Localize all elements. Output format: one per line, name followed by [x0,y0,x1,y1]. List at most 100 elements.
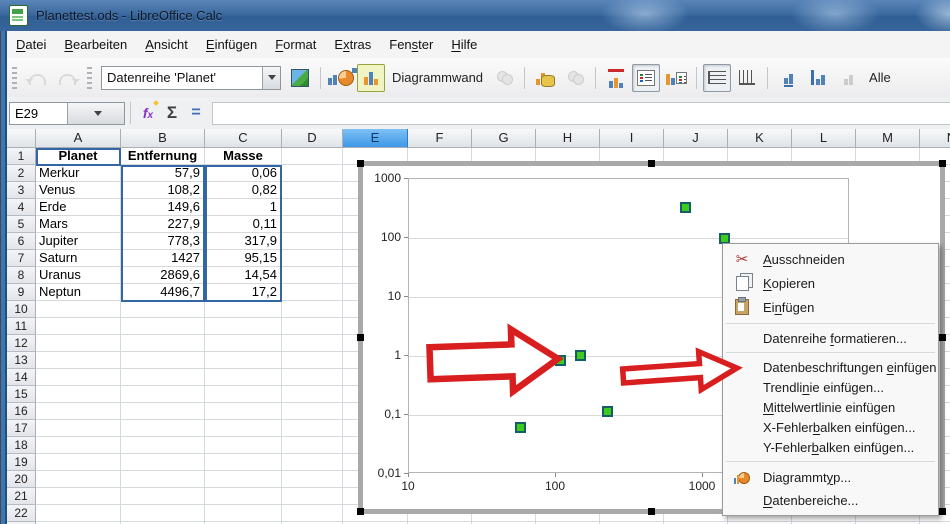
row-header-3[interactable]: 3 [7,182,36,199]
cell[interactable]: 17,2 [205,284,282,301]
cell[interactable]: 14,54 [205,267,282,284]
menu-item-datenbeschriftungen-einfuegen[interactable]: Datenbeschriftungen einfügen [723,357,938,377]
cell[interactable]: 1 [205,199,282,216]
data-point-erde[interactable] [575,350,586,361]
row-header-19[interactable]: 19 [7,454,36,471]
cell[interactable] [282,488,343,505]
column-header-m[interactable]: M [856,129,920,148]
cell[interactable] [205,403,282,420]
cell[interactable] [282,437,343,454]
cell[interactable] [121,471,205,488]
cell[interactable] [205,505,282,522]
cell[interactable] [36,420,121,437]
row-header-21[interactable]: 21 [7,488,36,505]
cell[interactable] [282,250,343,267]
menu-extras[interactable]: Extras [325,33,380,56]
column-header-h[interactable]: H [536,129,600,148]
row-header-9[interactable]: 9 [7,284,36,301]
cell[interactable] [205,454,282,471]
cell[interactable]: 227,9 [121,216,205,233]
selection-handle[interactable] [357,160,364,167]
menu-item-y-fehlerbalken-einfuegen[interactable]: Y-Fehlerbalken einfügen... [723,437,938,457]
cell[interactable] [282,386,343,403]
menu-item-kopieren[interactable]: Kopieren [723,271,938,295]
menu-item-datenbereiche[interactable]: Datenbereiche... [723,489,938,512]
cell[interactable] [205,471,282,488]
column-header-k[interactable]: K [728,129,792,148]
selection-handle[interactable] [357,334,364,341]
menu-bearbeiten[interactable]: Bearbeiten [55,33,136,56]
vertical-grid-button[interactable] [733,64,761,92]
cell[interactable]: 149,6 [121,199,205,216]
cell[interactable] [121,352,205,369]
cell[interactable]: 95,15 [205,250,282,267]
cell[interactable] [205,335,282,352]
cell[interactable]: 317,9 [205,233,282,250]
row-header-22[interactable]: 22 [7,505,36,522]
function-wizard-button[interactable]: fx [136,101,160,125]
cell[interactable] [205,437,282,454]
menu-datei[interactable]: Datei [7,33,55,56]
undo-button[interactable] [23,64,51,92]
cell[interactable] [36,301,121,318]
chart-wall-button[interactable] [357,64,385,92]
cell[interactable] [36,403,121,420]
cell[interactable]: 2869,6 [121,267,205,284]
row-header-2[interactable]: 2 [7,165,36,182]
data-point-mars[interactable] [602,406,613,417]
cell[interactable] [121,301,205,318]
menu-item-datenreihe-formatieren[interactable]: Datenreihe formatieren... [723,328,938,348]
cell[interactable]: 778,3 [121,233,205,250]
cell[interactable] [282,301,343,318]
cell[interactable]: 108,2 [121,182,205,199]
cell[interactable]: 4496,7 [121,284,205,301]
cell[interactable] [205,352,282,369]
menu-item-ausschneiden[interactable]: ✂Ausschneiden [723,247,938,271]
cell[interactable] [36,454,121,471]
row-header-16[interactable]: 16 [7,403,36,420]
row-header-12[interactable]: 12 [7,335,36,352]
equals-button[interactable]: = [184,101,208,125]
cell[interactable] [36,386,121,403]
cell[interactable]: Uranus [36,267,121,284]
cell[interactable] [282,216,343,233]
cell[interactable] [205,420,282,437]
cell[interactable] [282,318,343,335]
toolbar-grip[interactable] [87,67,92,89]
data-point-venus[interactable] [555,355,566,366]
chevron-down-icon[interactable] [262,67,280,89]
menu-item-x-fehlerbalken-einfuegen[interactable]: X-Fehlerbalken einfügen... [723,417,938,437]
row-header-15[interactable]: 15 [7,386,36,403]
column-header-a[interactable]: A [36,129,121,148]
cell[interactable] [282,199,343,216]
menu-format[interactable]: Format [266,33,325,56]
scale-text-vertical-button[interactable] [804,64,832,92]
column-header-f[interactable]: F [408,129,472,148]
row-header-20[interactable]: 20 [7,471,36,488]
axes-button[interactable] [662,64,690,92]
menu-item-diagrammtyp[interactable]: Diagrammtyp... [723,466,938,489]
scale-text-button[interactable] [774,64,802,92]
cell[interactable] [121,318,205,335]
column-header-e[interactable]: E [343,129,408,148]
cell[interactable]: Erde [36,199,121,216]
cell[interactable] [282,369,343,386]
format-selection-button[interactable] [286,64,314,92]
duplicate-button[interactable] [561,64,589,92]
menu-item-einfuegen[interactable]: Einfügen [723,295,938,319]
row-header-7[interactable]: 7 [7,250,36,267]
column-header-c[interactable]: C [205,129,282,148]
cell[interactable]: Neptun [36,284,121,301]
cell[interactable]: Saturn [36,250,121,267]
cell[interactable] [282,454,343,471]
selection-handle[interactable] [939,334,946,341]
cell[interactable] [36,369,121,386]
cell[interactable] [121,386,205,403]
cell[interactable]: Venus [36,182,121,199]
data-table-button[interactable] [531,64,559,92]
column-header-d[interactable]: D [282,129,343,148]
cell[interactable]: Mars [36,216,121,233]
cell[interactable] [282,403,343,420]
chevron-down-icon[interactable] [67,103,125,124]
cell[interactable]: 57,9 [121,165,205,182]
